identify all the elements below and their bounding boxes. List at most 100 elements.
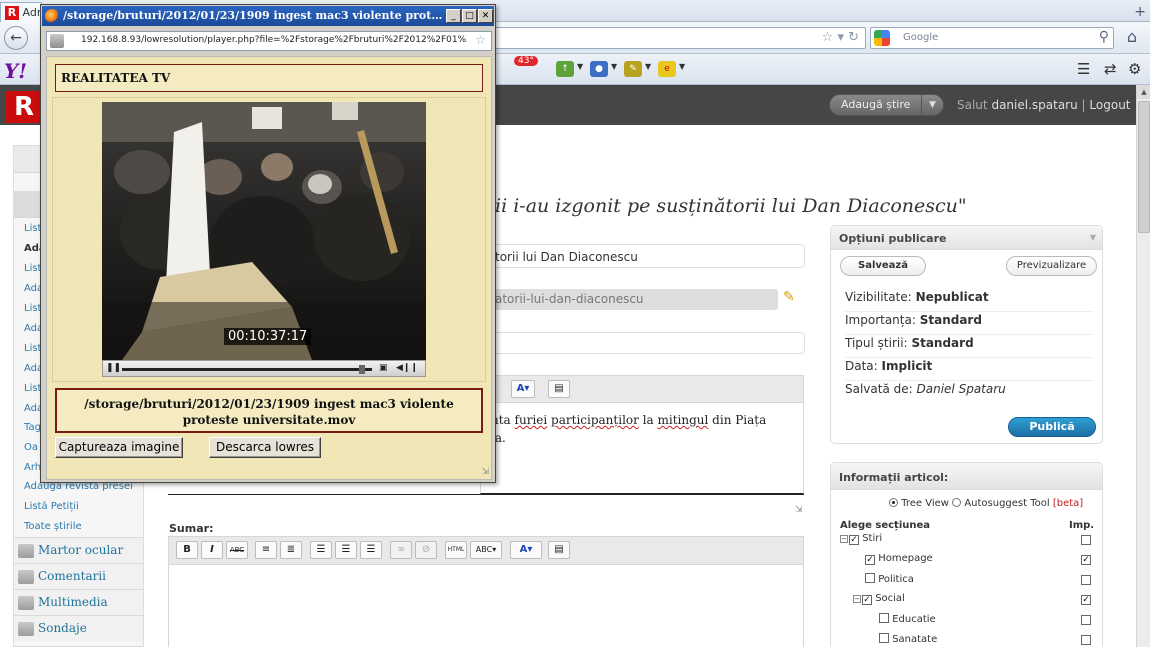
sidebar-group-sondaje[interactable]: Sondaje [14,615,143,641]
home-icon[interactable]: ⌂ [1120,27,1144,49]
url-bar[interactable]: ☆ ▾ ↻ [470,27,866,49]
align-right-icon[interactable]: ☰ [360,541,382,559]
publish-button[interactable]: Publică [1008,417,1096,437]
spellcheck-icon[interactable]: ABC▾ [470,541,502,559]
logout-link[interactable]: Logout [1089,98,1130,112]
volume-icon[interactable]: ◀❙❙ [396,363,418,373]
italic-icon[interactable]: I [201,541,223,559]
imp-checkbox[interactable] [1081,535,1091,545]
notes-icon[interactable]: ✎ [624,61,642,77]
download-lowres-button[interactable]: Descarca lowres [209,437,321,458]
imp-checkbox[interactable]: ✓ [1081,555,1091,565]
site-logo[interactable]: R [6,91,42,123]
weather-badge[interactable]: 43° [514,56,538,66]
section-checkbox[interactable]: ✓ [849,535,859,545]
section-checkbox[interactable]: ✓ [862,595,872,605]
content-editor[interactable]: nta furiei participanților la mitingul d… [480,402,804,494]
sidebar-item[interactable]: Listă Petiții [24,501,79,512]
sidebar-item[interactable]: Toate știrile [24,521,82,532]
sidebar-item[interactable]: Oa [24,442,38,453]
font-color-icon[interactable]: A▾ [510,541,542,559]
maximize-icon[interactable]: □ [462,9,477,23]
font-color-icon[interactable]: A▾ [511,380,535,398]
resize-grip-icon[interactable]: ⇲ [795,505,803,515]
back-arrow-icon[interactable]: ← [4,26,28,50]
section-checkbox[interactable] [879,613,889,623]
chevron-down-icon[interactable]: ▼ [679,62,685,71]
flickr-icon[interactable]: ● [590,61,608,77]
ebay-icon[interactable]: e [658,61,676,77]
unlink-icon[interactable]: ⊘ [415,541,437,559]
sidebar-group-comentarii[interactable]: Comentarii [14,563,143,589]
permalink-slug[interactable]: atorii-lui-dan-diaconescu [495,289,778,310]
sidebar-group-martor-ocular[interactable]: Martor ocular [14,537,143,563]
seek-handle[interactable] [358,365,365,374]
imp-checkbox[interactable] [1081,615,1091,625]
site-identity-icon[interactable] [50,34,64,48]
capture-image-button[interactable]: Captureaza imagine [55,437,183,458]
page-scrollbar[interactable]: ▲ [1136,85,1150,647]
tree-view-radio[interactable] [889,498,898,507]
preview-button[interactable]: Previzualizare [1006,256,1097,276]
publish-options-header[interactable]: Opțiuni publicare ▼ [831,226,1102,250]
add-story-button[interactable]: Adaugă știre ▼ [829,94,944,116]
pause-icon[interactable]: ❚❚ [106,363,121,373]
popup-address-bar[interactable]: 192.168.8.93/lowresolution/player.php?fi… [46,31,492,51]
strikethrough-icon[interactable]: ABC [226,541,248,559]
section-checkbox[interactable] [879,633,889,643]
pencil-edit-icon[interactable]: ✎ [783,289,795,305]
yahoo-icon[interactable]: Y! [4,59,27,83]
collapse-tree-icon[interactable]: − [853,595,861,603]
scroll-up-icon[interactable]: ▲ [1137,85,1150,99]
html-icon[interactable]: HTML [445,541,467,559]
seek-bar[interactable] [122,368,372,371]
gear-icon[interactable]: ⚙ [1128,60,1141,78]
chevron-down-icon[interactable]: ▼ [921,95,943,115]
sidebar-item[interactable]: Arh [24,462,41,473]
popup-content: REALITATEA TV 00:10:37:17 ❚❚ ▣ ◀❙❙ /stor… [46,56,492,480]
autosuggest-radio[interactable] [952,498,962,507]
bullet-list-icon[interactable]: ≡ [255,541,277,559]
close-icon[interactable]: ✕ [478,9,493,23]
chevron-down-icon[interactable]: ▼ [611,62,617,71]
search-input[interactable]: Google ⚲ [870,27,1114,49]
plus-icon[interactable]: + [1134,4,1146,20]
collapse-icon[interactable]: ▼ [1090,233,1096,242]
resize-grip-icon[interactable]: ⇲ [481,467,489,477]
summary-editor[interactable] [168,564,804,647]
paste-icon[interactable]: ▤ [548,541,570,559]
sidebar-item[interactable]: Tag [24,422,41,433]
align-left-icon[interactable]: ☰ [310,541,332,559]
chevron-down-icon[interactable]: ▼ [577,62,583,71]
search-icon[interactable]: ⚲ [1099,29,1109,45]
swap-icon[interactable]: ⇄ [1104,60,1117,78]
paste-icon[interactable]: ▤ [548,380,570,398]
popup-titlebar[interactable]: /storage/bruturi/2012/01/23/1909 ingest … [42,6,494,26]
bold-icon[interactable]: B [176,541,198,559]
subtitle-field[interactable] [480,332,805,354]
section-checkbox[interactable]: ✓ [865,555,875,565]
align-center-icon[interactable]: ☰ [335,541,357,559]
list-icon[interactable]: ☰ [1077,60,1090,78]
bookmark-star-icon[interactable]: ☆ [475,33,486,47]
username[interactable]: daniel.spataru [991,98,1077,112]
chevron-down-icon[interactable]: ▼ [645,62,651,71]
google-icon[interactable] [874,30,890,46]
fullscreen-icon[interactable]: ▣ [379,363,388,373]
bookmark-star-icon[interactable]: ☆ ▾ ↻ [822,30,859,45]
minimize-icon[interactable]: _ [446,9,461,23]
link-icon[interactable]: ∞ [390,541,412,559]
collapse-tree-icon[interactable]: − [840,535,848,543]
title-field[interactable]: torii lui Dan Diaconescu [480,244,805,268]
video-player[interactable]: 00:10:37:17 [102,102,426,360]
numbered-list-icon[interactable]: ≣ [280,541,302,559]
save-button[interactable]: Salvează [840,256,926,276]
imp-checkbox[interactable]: ✓ [1081,595,1091,605]
upload-icon[interactable]: ↑ [556,61,574,77]
imp-checkbox[interactable] [1081,575,1091,585]
browser-tab[interactable]: R Adm [0,2,42,22]
scrollbar-thumb[interactable] [1138,101,1150,233]
imp-checkbox[interactable] [1081,635,1091,645]
section-checkbox[interactable] [865,573,875,583]
sidebar-group-multimedia[interactable]: Multimedia [14,589,143,615]
